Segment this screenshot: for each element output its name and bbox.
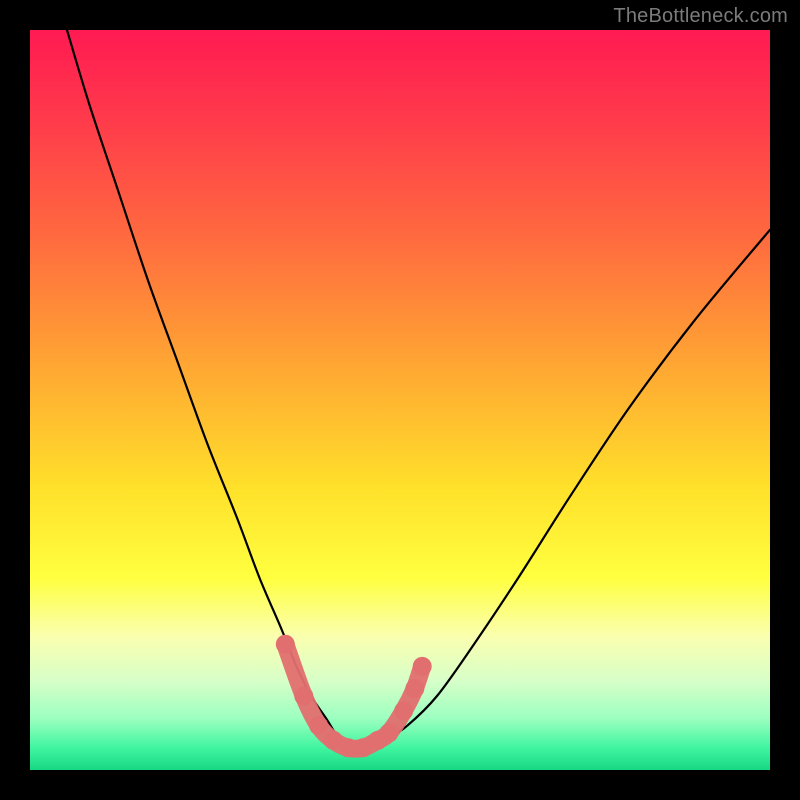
- marker-dot: [413, 657, 432, 676]
- marker-dot: [309, 716, 328, 735]
- plot-area: [30, 30, 770, 770]
- marker-dot: [294, 687, 313, 706]
- marker-dot: [405, 679, 424, 698]
- marker-dot: [276, 635, 295, 654]
- watermark-text: TheBottleneck.com: [613, 5, 788, 28]
- curve-layer: [30, 30, 770, 770]
- bottleneck-curve: [67, 30, 770, 749]
- marker-dot: [379, 724, 398, 743]
- marker-dot: [394, 701, 413, 720]
- chart-frame: TheBottleneck.com: [0, 0, 800, 800]
